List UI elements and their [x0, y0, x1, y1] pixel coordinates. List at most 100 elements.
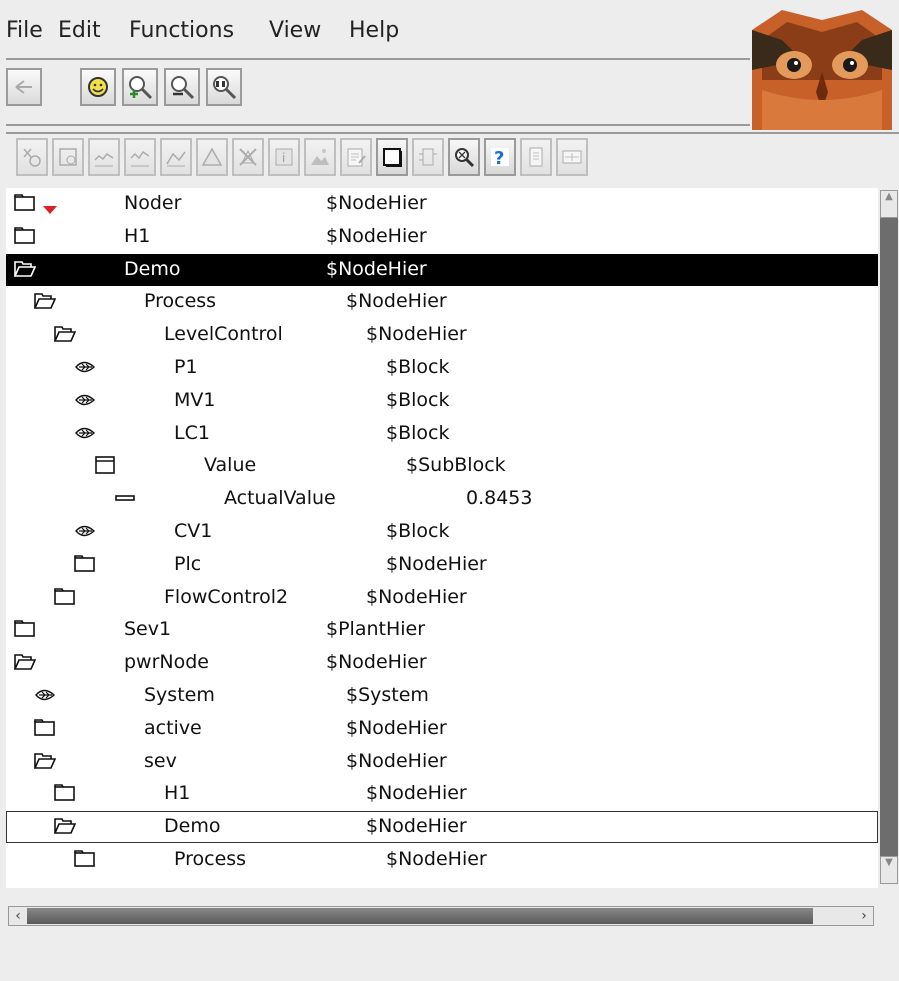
history-button[interactable] — [160, 138, 192, 176]
tree-row-name: CV1 — [174, 520, 213, 542]
tree-row-class: $SubBlock — [406, 454, 506, 477]
tree-row[interactable]: pwrNode $NodeHier — [6, 647, 878, 679]
tree-row[interactable]: CV1 $Block — [6, 516, 878, 548]
window-icon[interactable] — [94, 456, 116, 479]
alarm-triangle-icon — [201, 147, 223, 166]
tree-row[interactable]: LC1 $Block — [6, 418, 878, 450]
block-events-button[interactable] — [232, 138, 264, 176]
document-button[interactable] — [520, 138, 552, 176]
menu-functions[interactable]: Functions — [129, 18, 234, 43]
object-button[interactable] — [412, 138, 444, 176]
folder-closed-icon[interactable] — [14, 226, 36, 250]
leaf-icon[interactable] — [74, 391, 96, 414]
folder-closed-icon[interactable] — [54, 587, 76, 611]
tree-row[interactable]: Plc $NodeHier — [6, 549, 878, 581]
tree-row[interactable]: Sev1 $PlantHier — [6, 614, 878, 646]
tree-row[interactable]: MV1 $Block — [6, 385, 878, 417]
tree-row[interactable]: Demo $NodeHier — [6, 253, 878, 286]
back-button[interactable] — [6, 68, 42, 106]
leaf-icon[interactable] — [74, 424, 96, 447]
leaf-icon[interactable] — [74, 522, 96, 545]
tree-row[interactable]: Process $NodeHier — [6, 844, 878, 876]
toolbar-separator — [6, 124, 750, 126]
alarm-button[interactable] — [196, 138, 228, 176]
folder-closed-icon[interactable] — [34, 718, 56, 742]
fast-curve-button[interactable] — [124, 138, 156, 176]
tree-row[interactable]: H1 $NodeHier — [6, 778, 878, 810]
tree-row[interactable]: Process $NodeHier — [6, 286, 878, 318]
smiley-icon — [88, 77, 108, 97]
scroll-down-button[interactable]: ▼ — [880, 856, 898, 884]
tree-row-name: ActualValue — [224, 487, 336, 510]
tree-row[interactable]: LevelControl $NodeHier — [6, 319, 878, 351]
menu-separator — [6, 58, 750, 60]
tree-row[interactable]: System $System — [6, 680, 878, 712]
tree-row-name: Process — [144, 290, 217, 313]
folder-open-icon[interactable] — [33, 752, 57, 775]
leaf-icon[interactable] — [74, 358, 96, 381]
expand-marker-icon — [42, 198, 58, 220]
document-icon — [529, 147, 543, 167]
tree-row-name: pwrNode — [124, 651, 209, 674]
scroll-thumb[interactable] — [27, 908, 813, 924]
tree-row-name: Process — [174, 848, 247, 870]
photo-button[interactable] — [304, 138, 336, 176]
tree-row[interactable]: Value $SubBlock — [6, 450, 878, 482]
folder-closed-icon[interactable] — [14, 620, 36, 643]
object-graph-icon — [59, 148, 77, 166]
menu-view[interactable]: View — [269, 18, 321, 43]
folder-open-icon[interactable] — [33, 292, 57, 315]
toolbar-separator-2 — [6, 132, 899, 134]
folder-closed-icon[interactable] — [74, 554, 96, 578]
tree-row[interactable]: FlowControl2 $NodeHier — [6, 582, 878, 614]
tree-row[interactable]: H1 $NodeHier — [6, 221, 878, 253]
folder-open-icon[interactable] — [53, 325, 77, 348]
vertical-scrollbar[interactable]: ▲ ▼ — [880, 190, 898, 884]
tree-row[interactable]: ActualValue 0.8453 — [6, 483, 878, 515]
folder-open-icon[interactable] — [13, 653, 37, 676]
menu-file[interactable]: File — [6, 18, 43, 43]
tree-row-name: LC1 — [174, 421, 210, 444]
tree-row[interactable]: sev $NodeHier — [6, 746, 878, 778]
note-button[interactable] — [340, 138, 372, 176]
folder-open-icon[interactable] — [53, 817, 77, 840]
scroll-right-button[interactable]: › — [855, 907, 873, 925]
tree-row[interactable]: Demo $NodeHier — [6, 811, 878, 844]
tree-row[interactable]: P1 $Block — [6, 352, 878, 384]
leaf-icon[interactable] — [34, 686, 56, 709]
trend-button[interactable] — [88, 138, 120, 176]
object-tree: Noder $NodeHier H1 $NodeHier Demo $NodeHier Pr… — [6, 188, 878, 888]
info-button[interactable]: i — [268, 138, 300, 176]
folder-closed-icon[interactable] — [14, 194, 36, 217]
tree-row-name: Demo — [164, 815, 221, 838]
open-graph-button[interactable] — [16, 138, 48, 176]
smiley-button[interactable] — [80, 68, 116, 106]
scroll-up-button[interactable]: ▲ — [880, 190, 898, 218]
help-button[interactable]: ? — [484, 138, 516, 176]
tree-row-name: LevelControl — [164, 323, 283, 346]
tree-row[interactable]: Noder $NodeHier — [6, 188, 878, 220]
open-graph-icon — [23, 148, 41, 167]
tree-row-class: $NodeHier — [326, 651, 427, 674]
folder-closed-icon[interactable] — [54, 784, 76, 807]
tree-row-name: active — [144, 716, 202, 739]
menu-help[interactable]: Help — [349, 18, 399, 43]
tree-row-class: $NodeHier — [346, 290, 447, 313]
zoom-out-button[interactable] — [164, 68, 200, 106]
crossref-button[interactable] — [376, 138, 408, 176]
scroll-left-button[interactable]: ‹ — [9, 907, 27, 925]
tree-row[interactable]: active $NodeHier — [6, 713, 878, 745]
search-button[interactable] — [448, 138, 480, 176]
horizontal-scrollbar[interactable]: ‹ › — [8, 906, 874, 926]
folder-closed-icon[interactable] — [74, 850, 96, 873]
open-object-graph-button[interactable] — [52, 138, 84, 176]
attribute-icon[interactable] — [114, 489, 136, 512]
zoom-in-button[interactable] — [122, 68, 158, 106]
zoom-reset-button[interactable] — [206, 68, 242, 106]
folder-open-icon[interactable] — [13, 260, 37, 283]
menu-edit[interactable]: Edit — [58, 18, 101, 43]
tree-row-class: $NodeHier — [326, 192, 427, 214]
tree-row-name: sev — [144, 749, 177, 772]
tree-row-class: $Block — [386, 356, 450, 378]
signals-button[interactable] — [556, 138, 588, 176]
